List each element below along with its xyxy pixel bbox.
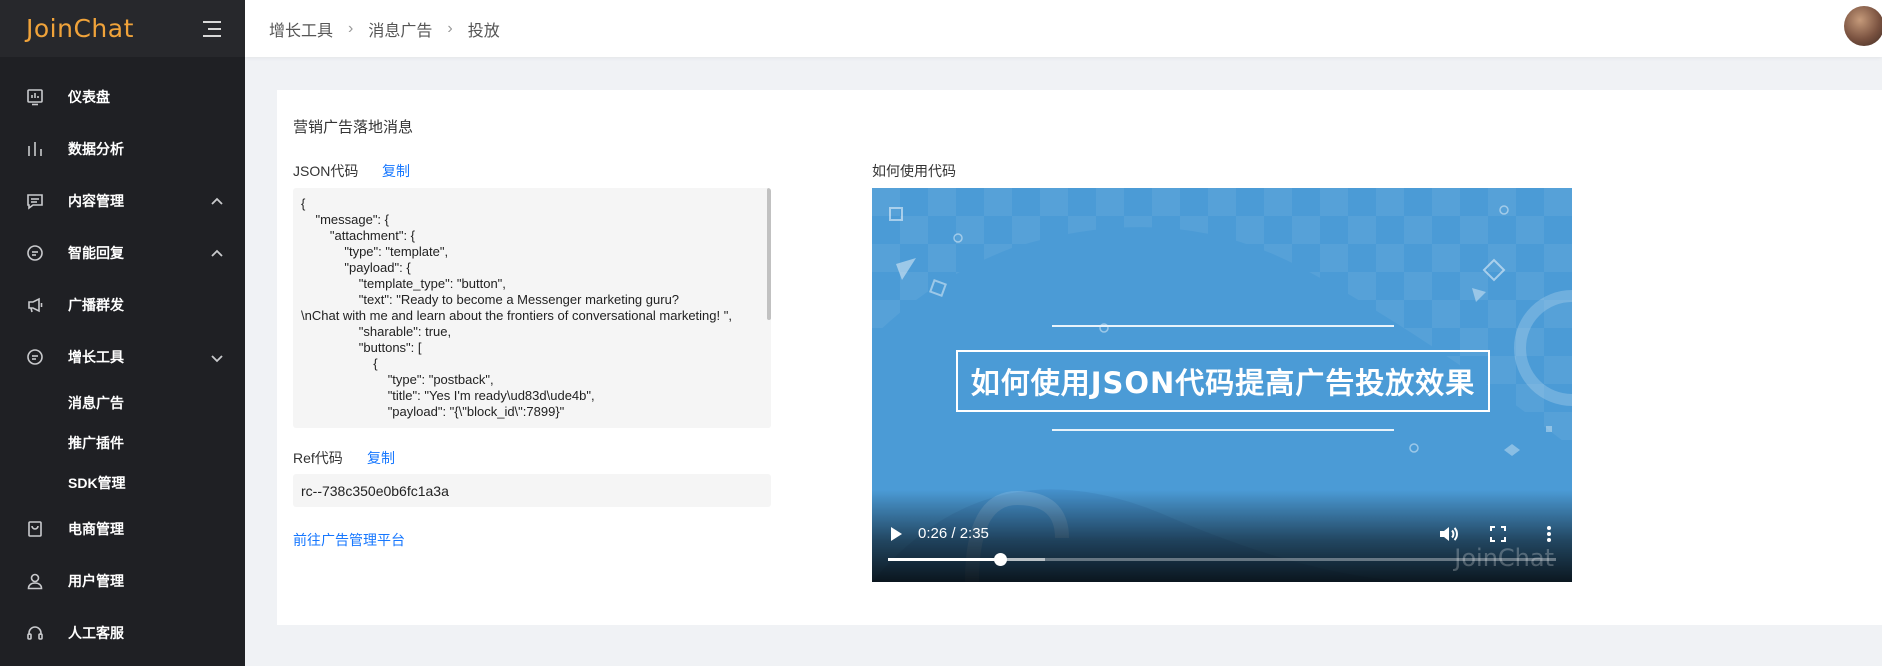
breadcrumb-current: 投放 xyxy=(467,22,500,40)
sidebar-item-label: 电商管理 xyxy=(68,521,124,537)
sidebar-item-growth[interactable]: 增长工具 xyxy=(0,331,245,383)
ref-code-field[interactable]: rc--738c350e0b6fc1a3a xyxy=(293,474,771,507)
copy-json-button[interactable]: 复制 xyxy=(382,161,410,181)
sidebar: JoinChat 仪表盘 数据分析 内容管理 智能回复 广播群发 增长工具 消息… xyxy=(0,0,245,666)
main-card: 营销广告落地消息 JSON代码 复制 { "message": { "attac… xyxy=(277,90,1882,625)
topbar: 增长工具 › 消息广告 › 投放 xyxy=(245,0,1882,57)
sidebar-item-users[interactable]: 用户管理 xyxy=(0,555,245,607)
breadcrumb-growth[interactable]: 增长工具 xyxy=(269,17,333,41)
chevron-right-icon: › xyxy=(447,19,453,37)
ad-platform-link[interactable]: 前往广告管理平台 xyxy=(293,530,405,550)
chat-bot-icon xyxy=(26,244,44,262)
progress-handle[interactable] xyxy=(994,553,1008,566)
more-options-icon[interactable] xyxy=(1546,525,1552,543)
broadcast-icon xyxy=(26,296,44,314)
menu-toggle-icon[interactable] xyxy=(203,20,225,37)
chevron-up-icon xyxy=(211,195,223,207)
video-section-label: 如何使用代码 xyxy=(872,163,956,179)
progress-played xyxy=(888,558,1001,561)
logo-bar: JoinChat xyxy=(0,0,245,57)
video-controls: JoinChat 0:26 / 2:35 xyxy=(872,490,1572,582)
sidebar-item-label: 仪表盘 xyxy=(68,89,110,105)
submenu-item-promo-plugin[interactable]: 推广插件 xyxy=(0,423,245,463)
title-divider-top xyxy=(1052,325,1394,327)
sidebar-item-analytics[interactable]: 数据分析 xyxy=(0,123,245,175)
sidebar-item-label: 增长工具 xyxy=(68,349,124,365)
fullscreen-icon[interactable] xyxy=(1490,526,1506,542)
title-divider-bottom xyxy=(1052,429,1394,431)
chevron-up-icon xyxy=(211,247,223,259)
play-icon[interactable] xyxy=(888,526,904,542)
video-progress-bar[interactable] xyxy=(888,553,1556,566)
json-code-box[interactable]: { "message": { "attachment": { "type": "… xyxy=(293,188,771,428)
sidebar-item-broadcast[interactable]: 广播群发 xyxy=(0,279,245,331)
dashboard-icon xyxy=(26,88,44,106)
video-time: 0:26 / 2:35 xyxy=(918,525,989,542)
shopping-bag-icon xyxy=(26,520,44,538)
headset-icon xyxy=(26,624,44,642)
sidebar-item-label: 智能回复 xyxy=(68,245,124,261)
tutorial-video-player[interactable]: 如何使用JSON代码提高广告投放效果 JoinChat 0:26 / 2:35 xyxy=(872,188,1572,582)
growth-icon xyxy=(26,348,44,366)
sidebar-item-ecommerce[interactable]: 电商管理 xyxy=(0,503,245,555)
page-title: 营销广告落地消息 xyxy=(293,119,414,136)
sidebar-item-label: 用户管理 xyxy=(68,573,124,589)
avatar[interactable] xyxy=(1844,6,1882,46)
sidebar-item-label: 数据分析 xyxy=(68,141,124,157)
sidebar-item-dashboard[interactable]: 仪表盘 xyxy=(0,71,245,123)
video-title: 如何使用JSON代码提高广告投放效果 xyxy=(970,366,1476,400)
code-scrollbar[interactable] xyxy=(765,188,771,428)
copy-ref-button[interactable]: 复制 xyxy=(367,448,395,468)
breadcrumb-message-ads[interactable]: 消息广告 xyxy=(368,17,432,41)
sidebar-item-label: 人工客服 xyxy=(68,625,124,641)
volume-icon[interactable] xyxy=(1438,524,1458,544)
app-logo[interactable]: JoinChat xyxy=(26,14,134,43)
scrollbar-thumb[interactable] xyxy=(767,188,771,320)
video-title-box: 如何使用JSON代码提高广告投放效果 xyxy=(956,350,1490,412)
sidebar-item-label: 广播群发 xyxy=(68,297,124,313)
json-code-text: { "message": { "attachment": { "type": "… xyxy=(301,196,732,419)
user-icon xyxy=(26,572,44,590)
sidebar-item-smart-reply[interactable]: 智能回复 xyxy=(0,227,245,279)
bar-chart-icon xyxy=(26,140,44,158)
sidebar-item-content[interactable]: 内容管理 xyxy=(0,175,245,227)
ref-code-label: Ref代码 xyxy=(293,450,343,466)
sidebar-menu: 仪表盘 数据分析 内容管理 智能回复 广播群发 增长工具 消息广告 推广插件 S… xyxy=(0,57,245,659)
chevron-right-icon: › xyxy=(348,19,354,37)
message-icon xyxy=(26,192,44,210)
sidebar-item-label: 内容管理 xyxy=(68,193,124,209)
chevron-down-icon xyxy=(211,351,223,363)
submenu-item-sdk[interactable]: SDK管理 xyxy=(0,463,245,503)
json-code-label: JSON代码 xyxy=(293,163,359,179)
sidebar-item-support[interactable]: 人工客服 xyxy=(0,607,245,659)
submenu-item-message-ads[interactable]: 消息广告 xyxy=(0,383,245,423)
